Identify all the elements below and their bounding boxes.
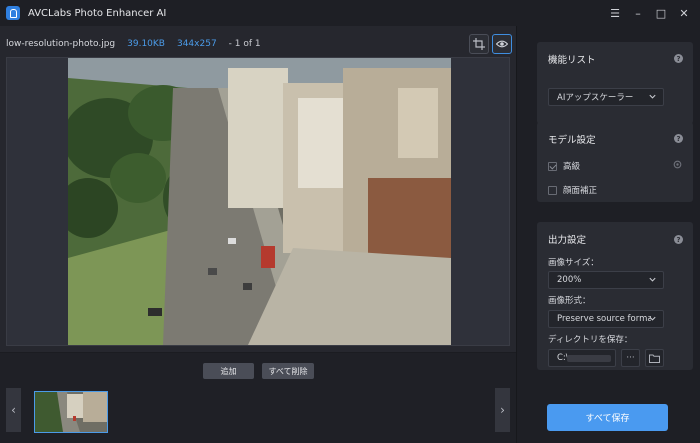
file-count: - 1 of 1 <box>228 39 261 49</box>
next-thumbnail-button[interactable]: › <box>495 388 510 432</box>
file-info-bar: low-resolution-photo.jpg 39.10KB 344x257… <box>0 34 516 54</box>
eye-icon <box>496 40 508 48</box>
output-settings-title: 出力設定 <box>548 235 587 246</box>
app-title: AVCLabs Photo Enhancer AI <box>28 7 167 19</box>
save-directory-input[interactable]: C:\ <box>548 349 616 367</box>
preview-canvas <box>6 57 510 346</box>
close-icon[interactable]: ✕ <box>674 3 694 23</box>
prev-thumbnail-button[interactable]: ‹ <box>6 388 21 432</box>
advanced-option[interactable]: 高級 <box>548 160 580 172</box>
folder-icon <box>649 354 660 363</box>
redacted-path <box>567 355 611 362</box>
menu-icon[interactable]: ☰ <box>605 3 625 23</box>
image-size-label: 画像サイズ： <box>548 258 599 268</box>
advanced-label: 高級 <box>563 162 581 172</box>
app-logo-icon <box>6 6 20 20</box>
help-icon[interactable]: ? <box>674 134 683 143</box>
gear-icon[interactable] <box>672 159 683 170</box>
window-controls: ☰ – □ ✕ <box>602 0 694 26</box>
feature-list-title: 機能リスト <box>548 55 596 66</box>
advanced-checkbox[interactable] <box>548 161 557 171</box>
face-correction-checkbox[interactable] <box>548 185 557 195</box>
city-street-photo <box>68 58 451 345</box>
chevron-down-icon <box>649 94 656 99</box>
image-size-select[interactable]: 200% <box>548 271 664 289</box>
chevron-down-icon <box>649 277 656 282</box>
image-format-select[interactable]: Preserve source forma <box>548 310 664 328</box>
output-settings-card: 出力設定 ? 画像サイズ： 200% 画像形式： Preserve source… <box>537 222 693 370</box>
feature-select[interactable]: AIアップスケーラー <box>548 88 664 106</box>
thumbnail-item[interactable] <box>34 391 108 433</box>
open-folder-button[interactable] <box>645 349 664 367</box>
add-button[interactable]: 追加 <box>203 363 254 379</box>
crop-button[interactable] <box>469 34 489 54</box>
thumbnail-photo <box>35 392 107 432</box>
thumbnail-strip: 追加 すべて削除 ‹ › <box>0 353 516 443</box>
model-settings-card: モデル設定 ? 高級 顔面補正 <box>537 122 693 202</box>
minimize-icon[interactable]: – <box>628 3 648 23</box>
model-settings-title: モデル設定 <box>548 135 596 146</box>
file-name: low-resolution-photo.jpg <box>6 39 116 49</box>
browse-more-button[interactable]: ··· <box>621 349 640 367</box>
feature-list-card: 機能リスト ? AIアップスケーラー <box>537 42 693 124</box>
title-bar: AVCLabs Photo Enhancer AI ☰ – □ ✕ <box>0 0 700 26</box>
settings-panel: 機能リスト ? AIアップスケーラー モデル設定 ? 高級 顔面補正 出力設定 … <box>516 26 700 443</box>
save-directory-row: C:\ ··· <box>548 349 664 367</box>
image-size-value: 200% <box>557 275 582 285</box>
feature-select-value: AIアップスケーラー <box>557 93 634 103</box>
chevron-down-icon <box>649 316 656 321</box>
maximize-icon[interactable]: □ <box>651 3 671 23</box>
help-icon[interactable]: ? <box>674 54 683 63</box>
save-all-button[interactable]: すべて保存 <box>547 404 668 431</box>
preview-photo <box>68 58 451 345</box>
preview-button[interactable] <box>492 34 512 54</box>
crop-icon <box>473 38 485 50</box>
main-area: low-resolution-photo.jpg 39.10KB 344x257… <box>0 26 516 443</box>
face-correction-option[interactable]: 顔面補正 <box>548 184 597 196</box>
image-format-label: 画像形式： <box>548 296 591 306</box>
save-directory-label: ディレクトリを保存： <box>548 335 633 345</box>
file-dimensions: 344x257 <box>176 39 217 49</box>
clear-all-button[interactable]: すべて削除 <box>262 363 314 379</box>
face-correction-label: 顔面補正 <box>563 186 598 196</box>
image-format-value: Preserve source forma <box>557 314 651 324</box>
help-icon[interactable]: ? <box>674 235 683 244</box>
file-size: 39.10KB <box>127 39 165 49</box>
